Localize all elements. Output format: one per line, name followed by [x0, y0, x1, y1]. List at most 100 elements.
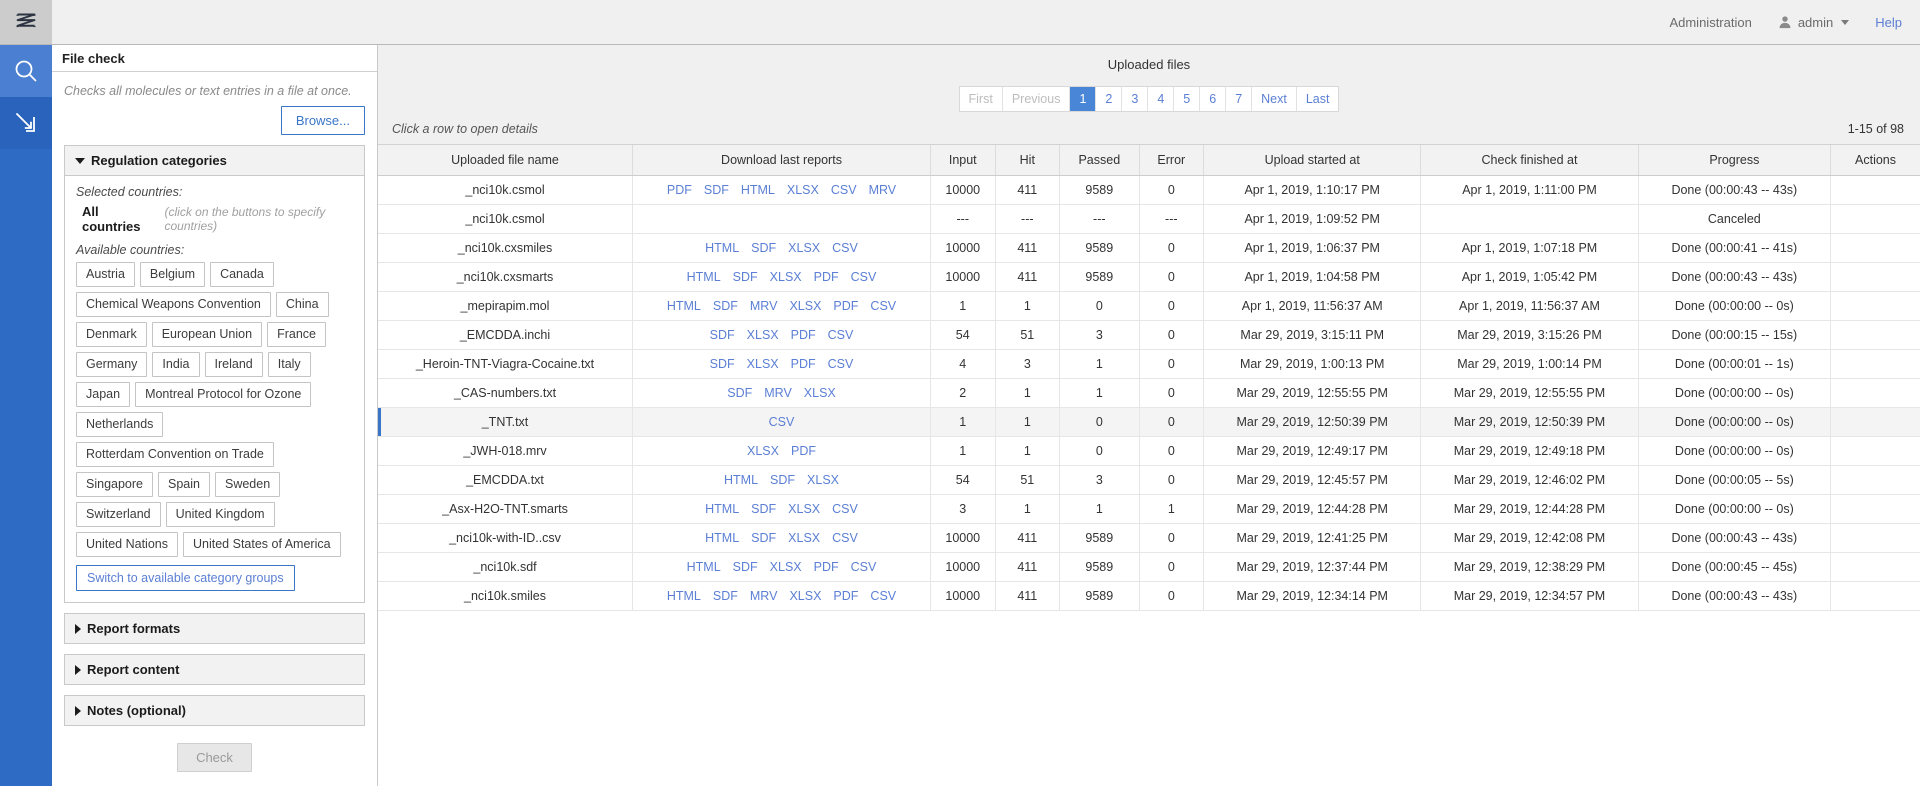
report-link-sdf[interactable]: SDF: [733, 270, 758, 284]
report-link-xlsx[interactable]: XLSX: [789, 589, 821, 603]
cell-actions[interactable]: [1831, 553, 1920, 582]
country-chip[interactable]: Denmark: [76, 322, 147, 347]
rail-item-search[interactable]: [0, 45, 52, 97]
report-link-html[interactable]: HTML: [687, 270, 721, 284]
report-link-csv[interactable]: CSV: [828, 328, 854, 342]
table-row[interactable]: _nci10k.cxsmartsHTMLSDFXLSXPDFCSV1000041…: [378, 263, 1920, 292]
report-link-mrv[interactable]: MRV: [750, 589, 778, 603]
column-header[interactable]: Actions: [1831, 145, 1920, 176]
help-link[interactable]: Help: [1875, 15, 1902, 30]
report-link-pdf[interactable]: PDF: [791, 444, 816, 458]
table-row[interactable]: _Asx-H2O-TNT.smartsHTMLSDFXLSXCSV3111Mar…: [378, 495, 1920, 524]
report-link-sdf[interactable]: SDF: [733, 560, 758, 574]
table-row[interactable]: _mepirapim.molHTMLSDFMRVXLSXPDFCSV1100Ap…: [378, 292, 1920, 321]
report-link-csv[interactable]: CSV: [851, 560, 877, 574]
country-chip[interactable]: France: [267, 322, 326, 347]
browse-button[interactable]: Browse...: [281, 106, 365, 135]
country-chip[interactable]: Switzerland: [76, 502, 161, 527]
table-row[interactable]: _TNT.txtCSV1100Mar 29, 2019, 12:50:39 PM…: [378, 408, 1920, 437]
report-link-xlsx[interactable]: XLSX: [807, 473, 839, 487]
report-link-sdf[interactable]: SDF: [710, 328, 735, 342]
column-header[interactable]: Progress: [1638, 145, 1830, 176]
country-chip[interactable]: United States of America: [183, 532, 341, 557]
user-menu[interactable]: admin: [1778, 15, 1849, 30]
administration-link[interactable]: Administration: [1669, 15, 1751, 30]
country-chip[interactable]: Ireland: [205, 352, 263, 377]
report-link-sdf[interactable]: SDF: [713, 589, 738, 603]
country-chip[interactable]: China: [276, 292, 329, 317]
report-link-mrv[interactable]: MRV: [750, 299, 778, 313]
report-link-csv[interactable]: CSV: [831, 183, 857, 197]
pagination-page-7[interactable]: 7: [1226, 87, 1252, 111]
column-header[interactable]: Hit: [995, 145, 1060, 176]
report-link-sdf[interactable]: SDF: [727, 386, 752, 400]
country-chip[interactable]: United Kingdom: [166, 502, 275, 527]
report-link-pdf[interactable]: PDF: [791, 357, 816, 371]
report-link-pdf[interactable]: PDF: [791, 328, 816, 342]
report-link-mrv[interactable]: MRV: [764, 386, 792, 400]
report-link-xlsx[interactable]: XLSX: [788, 531, 820, 545]
report-link-csv[interactable]: CSV: [870, 299, 896, 313]
pagination-page-4[interactable]: 4: [1148, 87, 1174, 111]
column-header[interactable]: Check finished at: [1421, 145, 1638, 176]
country-chip[interactable]: Canada: [210, 262, 274, 287]
column-header[interactable]: Uploaded file name: [378, 145, 633, 176]
country-chip[interactable]: Japan: [76, 382, 130, 407]
report-link-xlsx[interactable]: XLSX: [788, 502, 820, 516]
table-row[interactable]: _JWH-018.mrvXLSXPDF1100Mar 29, 2019, 12:…: [378, 437, 1920, 466]
report-link-sdf[interactable]: SDF: [751, 241, 776, 255]
country-chip[interactable]: Rotterdam Convention on Trade: [76, 442, 274, 467]
cell-actions[interactable]: [1831, 321, 1920, 350]
report-link-xlsx[interactable]: XLSX: [787, 183, 819, 197]
report-link-html[interactable]: HTML: [724, 473, 758, 487]
report-link-sdf[interactable]: SDF: [710, 357, 735, 371]
pagination-page-3[interactable]: 3: [1122, 87, 1148, 111]
report-link-pdf[interactable]: PDF: [833, 299, 858, 313]
pagination-next[interactable]: Next: [1252, 87, 1297, 111]
column-header[interactable]: Passed: [1060, 145, 1139, 176]
cell-actions[interactable]: [1831, 437, 1920, 466]
cell-actions[interactable]: [1831, 176, 1920, 205]
accordion-header[interactable]: Report content: [65, 655, 364, 684]
report-link-csv[interactable]: CSV: [828, 357, 854, 371]
cell-actions[interactable]: [1831, 292, 1920, 321]
table-row[interactable]: _EMCDDA.txtHTMLSDFXLSX545130Mar 29, 2019…: [378, 466, 1920, 495]
report-link-xlsx[interactable]: XLSX: [747, 328, 779, 342]
report-link-sdf[interactable]: SDF: [713, 299, 738, 313]
cell-actions[interactable]: [1831, 524, 1920, 553]
cell-actions[interactable]: [1831, 379, 1920, 408]
report-link-xlsx[interactable]: XLSX: [747, 357, 779, 371]
cell-actions[interactable]: [1831, 205, 1920, 234]
table-row[interactable]: _nci10k.smilesHTMLSDFMRVXLSXPDFCSV100004…: [378, 582, 1920, 611]
report-link-xlsx[interactable]: XLSX: [770, 560, 802, 574]
cell-actions[interactable]: [1831, 350, 1920, 379]
accordion-header-regulation-categories[interactable]: Regulation categories: [65, 146, 364, 176]
report-link-sdf[interactable]: SDF: [770, 473, 795, 487]
report-link-pdf[interactable]: PDF: [814, 560, 839, 574]
cell-actions[interactable]: [1831, 466, 1920, 495]
country-chip[interactable]: Singapore: [76, 472, 153, 497]
report-link-mrv[interactable]: MRV: [869, 183, 897, 197]
table-row[interactable]: _Heroin-TNT-Viagra-Cocaine.txtSDFXLSXPDF…: [378, 350, 1920, 379]
country-chip[interactable]: Italy: [268, 352, 311, 377]
country-chip[interactable]: Austria: [76, 262, 135, 287]
cell-actions[interactable]: [1831, 408, 1920, 437]
table-row[interactable]: _nci10k.cxsmilesHTMLSDFXLSXCSV1000041195…: [378, 234, 1920, 263]
report-link-xlsx[interactable]: XLSX: [788, 241, 820, 255]
table-row[interactable]: _CAS-numbers.txtSDFMRVXLSX2110Mar 29, 20…: [378, 379, 1920, 408]
country-chip[interactable]: Spain: [158, 472, 210, 497]
report-link-html[interactable]: HTML: [667, 299, 701, 313]
country-chip[interactable]: Belgium: [140, 262, 205, 287]
cell-actions[interactable]: [1831, 234, 1920, 263]
country-chip[interactable]: Germany: [76, 352, 147, 377]
report-link-xlsx[interactable]: XLSX: [804, 386, 836, 400]
column-header[interactable]: Upload started at: [1204, 145, 1421, 176]
accordion-header[interactable]: Report formats: [65, 614, 364, 643]
report-link-html[interactable]: HTML: [705, 531, 739, 545]
report-link-xlsx[interactable]: XLSX: [789, 299, 821, 313]
country-chip[interactable]: Chemical Weapons Convention: [76, 292, 271, 317]
column-header[interactable]: Download last reports: [633, 145, 931, 176]
report-link-xlsx[interactable]: XLSX: [770, 270, 802, 284]
report-link-html[interactable]: HTML: [667, 589, 701, 603]
report-link-csv[interactable]: CSV: [832, 241, 858, 255]
